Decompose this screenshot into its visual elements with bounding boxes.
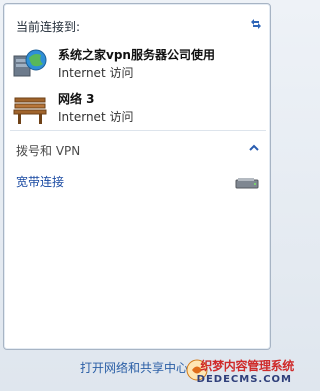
- network-flyout-panel: 当前连接到: 系统之家vpn服务器公司使用 Internet 访问 网络 3 I…: [3, 3, 271, 350]
- connection-status: Internet 访问: [58, 66, 134, 80]
- watermark-url: DEDECMS.COM: [196, 374, 292, 385]
- refresh-button[interactable]: [247, 15, 265, 33]
- open-network-sharing-center-link[interactable]: 打开网络和共享中心: [80, 359, 188, 376]
- network-globe-icon: [13, 49, 47, 77]
- dialup-vpn-section-title: 拨号和 VPN: [16, 144, 81, 158]
- collapse-chevron-icon[interactable]: [247, 142, 261, 154]
- modem-icon: [235, 178, 259, 189]
- connection-name: 网络 3: [58, 92, 95, 106]
- connection-name: 系统之家vpn服务器公司使用: [58, 48, 215, 62]
- currently-connected-header: 当前连接到:: [16, 20, 81, 34]
- refresh-arrows-icon: [251, 19, 261, 29]
- section-divider: [10, 130, 266, 131]
- connection-status: Internet 访问: [58, 110, 134, 124]
- connection-item-vpn[interactable]: 系统之家vpn服务器公司使用 Internet 访问: [12, 46, 266, 84]
- park-bench-icon: [13, 97, 47, 124]
- watermark: 织梦内容管理系统 DEDECMS.COM: [186, 357, 296, 391]
- connection-item-network3[interactable]: 网络 3 Internet 访问: [12, 90, 266, 128]
- watermark-title: 织梦内容管理系统: [200, 359, 294, 373]
- broadband-connection-label: 宽带连接: [16, 175, 65, 189]
- broadband-connection-item[interactable]: 宽带连接: [16, 173, 262, 195]
